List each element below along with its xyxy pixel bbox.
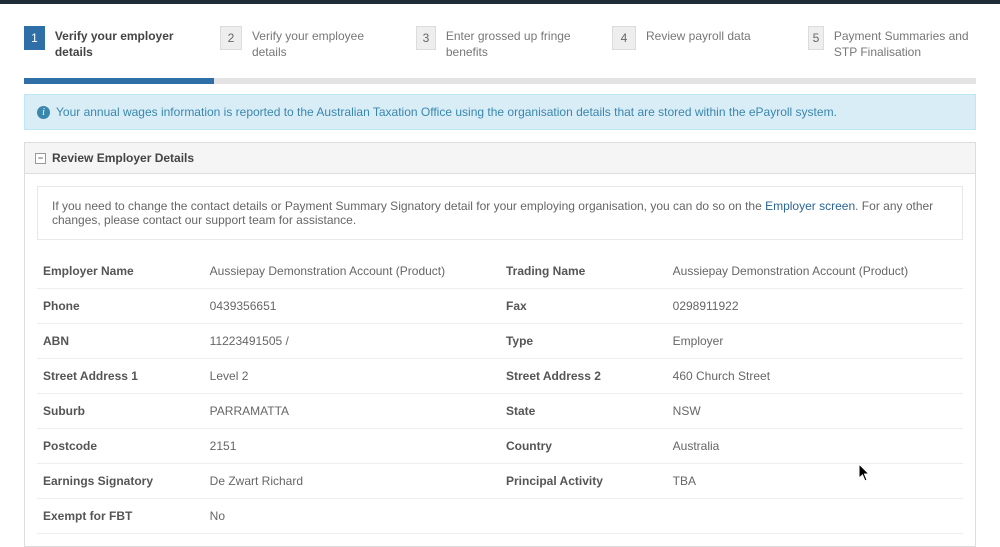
value-type[interactable]: Employer [667,324,963,359]
step-label: Enter grossed up fringe benefits [446,26,584,60]
value-fax: 0298911922 [667,289,963,324]
label-country: Country [500,429,667,464]
value-abn: 11223491505 / [204,324,500,359]
label-type: Type [500,324,667,359]
value-trading-name: Aussiepay Demonstration Account (Product… [667,254,963,289]
help-box: If you need to change the contact detail… [37,186,963,240]
step-number: 3 [416,26,436,50]
step-label: Review payroll data [646,26,751,45]
value-suburb: PARRAMATTA [204,394,500,429]
value-employer-name: Aussiepay Demonstration Account (Product… [204,254,500,289]
value-principal-activity: TBA [667,464,963,499]
value-country: Australia [667,429,963,464]
wizard-step-2[interactable]: 2 Verify your employee details [220,26,388,60]
panel-title: Review Employer Details [52,151,194,165]
table-row: Postcode 2151 Country Australia [37,429,963,464]
step-label: Verify your employer details [55,26,192,60]
label-street1: Street Address 1 [37,359,204,394]
value-postcode: 2151 [204,429,500,464]
panel-header: − Review Employer Details [25,143,975,174]
value-state: NSW [667,394,963,429]
employer-screen-link[interactable]: Employer screen [765,199,855,213]
wizard-step-5[interactable]: 5 Payment Summaries and STP Finalisation [808,26,976,60]
wizard-steps: 1 Verify your employer details 2 Verify … [24,8,976,78]
info-icon: i [37,106,50,119]
value-street2: 460 Church Street [667,359,963,394]
table-row: Earnings Signatory De Zwart Richard Prin… [37,464,963,499]
step-number: 2 [220,26,242,50]
page-container: 1 Verify your employer details 2 Verify … [0,4,1000,547]
employer-details-table: Employer Name Aussiepay Demonstration Ac… [37,254,963,534]
panel-body: If you need to change the contact detail… [25,174,975,546]
wizard-progress-fill [24,78,214,84]
label-principal-activity: Principal Activity [500,464,667,499]
label-postcode: Postcode [37,429,204,464]
wizard-step-3[interactable]: 3 Enter grossed up fringe benefits [416,26,584,60]
label-earnings-signatory: Earnings Signatory [37,464,204,499]
label-trading-name: Trading Name [500,254,667,289]
step-number: 5 [808,26,824,50]
employer-details-panel: − Review Employer Details If you need to… [24,142,976,547]
label-fax: Fax [500,289,667,324]
table-row: Exempt for FBT No [37,499,963,534]
info-banner-text: Your annual wages information is reporte… [56,105,837,119]
label-state: State [500,394,667,429]
label-street2: Street Address 2 [500,359,667,394]
wizard-step-4[interactable]: 4 Review payroll data [612,26,780,50]
step-label: Verify your employee details [252,26,388,60]
table-row: ABN 11223491505 / Type Employer [37,324,963,359]
help-text-prefix: If you need to change the contact detail… [52,199,765,213]
wizard-progress-track [24,78,976,84]
label-abn: ABN [37,324,204,359]
table-row: Employer Name Aussiepay Demonstration Ac… [37,254,963,289]
table-row: Phone 0439356651 Fax 0298911922 [37,289,963,324]
value-earnings-signatory: De Zwart Richard [204,464,500,499]
label-exempt-fbt: Exempt for FBT [37,499,204,534]
step-number: 1 [24,26,45,50]
step-label: Payment Summaries and STP Finalisation [834,26,976,60]
collapse-icon[interactable]: − [35,153,46,164]
info-banner: i Your annual wages information is repor… [24,94,976,130]
label-suburb: Suburb [37,394,204,429]
table-row: Street Address 1 Level 2 Street Address … [37,359,963,394]
wizard-step-1[interactable]: 1 Verify your employer details [24,26,192,60]
step-number: 4 [612,26,636,50]
label-employer-name: Employer Name [37,254,204,289]
label-phone: Phone [37,289,204,324]
value-phone: 0439356651 [204,289,500,324]
table-row: Suburb PARRAMATTA State NSW [37,394,963,429]
value-street1: Level 2 [204,359,500,394]
value-exempt-fbt: No [204,499,500,534]
